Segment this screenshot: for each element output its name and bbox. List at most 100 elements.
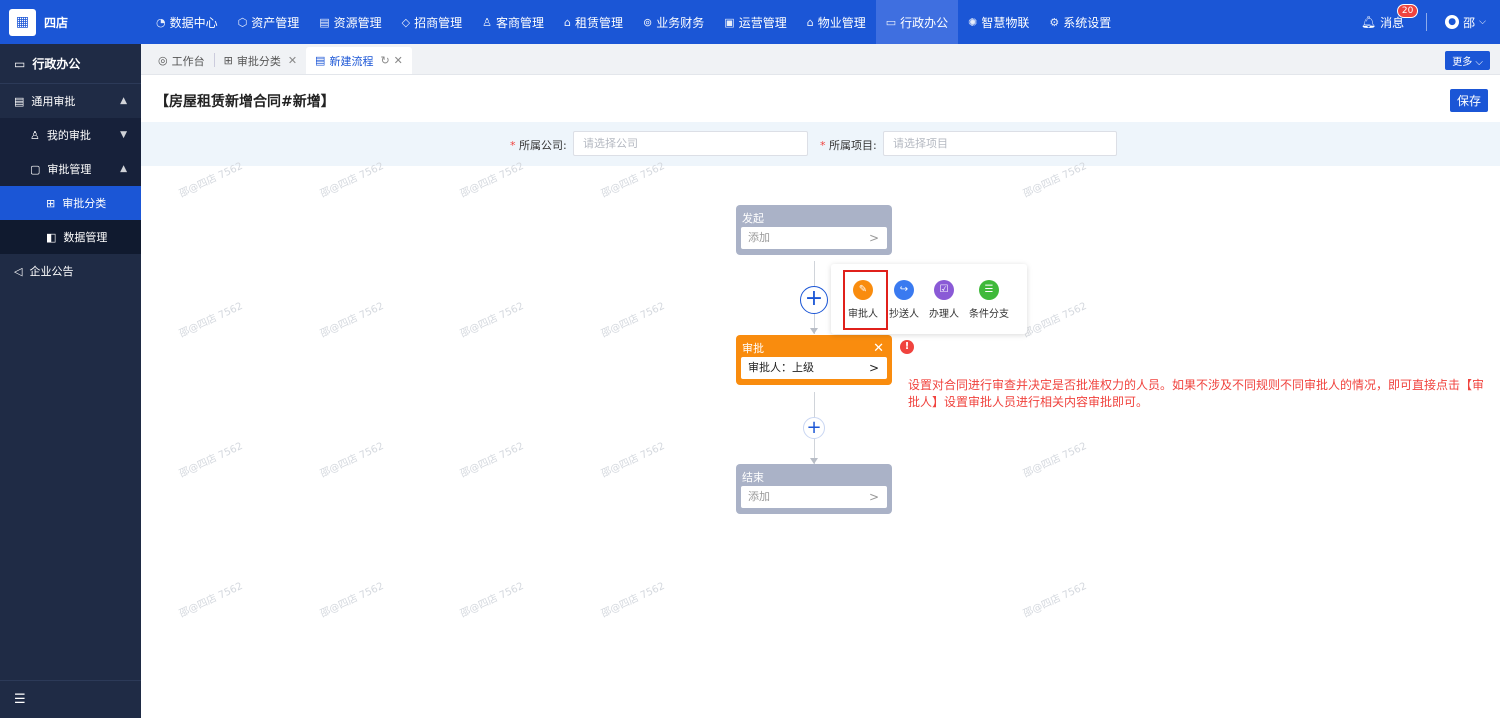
option-label: 抄送人 [889,309,919,320]
filter-bar: * 所属公司: 请选择公司 * 所属项目: 请选择项目 [141,122,1500,166]
project-select[interactable]: 请选择项目 [883,131,1117,156]
node-title: 发起 [742,212,764,225]
node-body[interactable]: 添加 > [741,486,887,508]
nav-iot[interactable]: ✺ 智慧物联 [958,0,1039,44]
nav-operation[interactable]: ▣ 运营管理 [714,0,796,44]
node-body[interactable]: 审批人：上级 > [741,357,887,379]
grid-icon: ▣ [724,15,735,29]
speaker-icon: ◁ [14,264,23,278]
nav-label: 物业管理 [817,15,866,30]
monitor-icon: ▭ [14,56,26,71]
close-icon[interactable]: ✕ [288,54,297,67]
messages-button[interactable]: 🔔︎ 消息 20 [1360,3,1419,31]
refresh-icon[interactable]: ↻ [380,54,389,67]
sidebar-item-general-approval[interactable]: ▤ 通用审批 ▲ [0,84,141,118]
user-name: 邵 [1463,15,1476,30]
nav-client[interactable]: ♙ 客商管理 [472,0,554,44]
people-icon: ♙ [482,15,493,29]
save-button[interactable]: 保存 [1449,89,1488,112]
add-node-button[interactable]: + [803,417,825,439]
option-label: 条件分支 [969,309,1009,320]
nav-settings[interactable]: ⚙ 系统设置 [1039,0,1121,44]
iot-icon: ✺ [968,15,978,29]
collapse-sidebar-button[interactable]: ☰ [0,680,141,718]
node-title: 结束 [742,471,764,484]
data-icon: ◧ [46,230,57,244]
company-label: * 所属公司: [510,137,567,153]
watermark: 邵@四店 7562 [177,580,245,620]
more-tabs-button[interactable]: 更多 ⌵ [1445,51,1490,70]
sidebar-item-label: 通用审批 [31,95,76,108]
nav-asset[interactable]: ⬡ 资产管理 [228,0,310,44]
page-title: 【房屋租赁新增合同#新增】 [155,94,335,110]
close-icon[interactable]: ✕ [394,54,403,67]
nav-label: 客商管理 [496,15,545,30]
sidebar-item-my-approval[interactable]: ♙ 我的审批 ▼ [0,118,141,152]
sidebar-item-label: 审批分类 [62,197,107,210]
nav-data-center[interactable]: ◔ 数据中心 [146,0,228,44]
edit-icon: ▢ [30,162,41,176]
nav-merchant[interactable]: ◇ 招商管理 [392,0,472,44]
required-mark: * [820,139,829,152]
brand[interactable]: ▦ 四店 [0,0,141,44]
category-icon: ⊞ [46,196,56,210]
avatar-icon: ● [1445,15,1460,29]
house-icon: ⌂ [564,15,572,29]
flow-node-end[interactable]: 结束 添加 > [736,464,892,514]
header-right: 🔔︎ 消息 20 ● 邵 ⌵ [1361,0,1500,44]
watermark: 邵@四店 7562 [1021,580,1089,620]
user-menu[interactable]: ● 邵 ⌵ [1445,14,1486,31]
node-value: 审批人：上级 [748,361,814,374]
watermark: 邵@四店 7562 [177,300,245,340]
sidebar-submenu: ♙ 我的审批 ▼ ▢ 审批管理 ▲ [0,118,141,186]
nav-lease[interactable]: ⌂ 租赁管理 [554,0,633,44]
monitor-icon: ▭ [885,15,897,29]
node-body[interactable]: 添加 > [741,227,887,249]
top-navbar: ▦ 四店 ◔ 数据中心 ⬡ 资产管理 ▤ 资源管理 ◇ 招商管理 ♙ 客商管理 ⌂ 租赁管理… [0,0,1500,44]
sidebar-title: ▭ 行政办公 [0,44,141,84]
flow-node-approve[interactable]: 审批 ✕ 审批人：上级 > [736,335,892,385]
option-handler[interactable]: ☑ 办理人 [924,280,964,320]
close-icon[interactable]: ✕ [873,340,884,357]
sidebar-item-approval-mgmt[interactable]: ▢ 审批管理 ▲ [0,152,141,186]
tab-new-flow[interactable]: ▤ 新建流程 ↻ ✕ [306,47,412,74]
flow-node-start[interactable]: 发起 添加 > [736,205,892,255]
bell-icon: 🔔︎ [1360,15,1377,29]
sidebar-item-announcement[interactable]: ◁ 企业公告 [0,254,141,288]
tag-icon: ◇ [401,15,411,29]
sidebar: ▭ 行政办公 ▤ 通用审批 ▲ ♙ 我的审批 ▼ ▢ 审批管理 ▲ ⊞ 审批分类… [0,44,141,718]
nav-label: 招商管理 [414,15,463,30]
tab-workbench[interactable]: ◎ 工作台 [149,47,214,74]
chevron-right-icon: > [868,361,879,375]
nav-finance[interactable]: ⊚ 业务财务 [633,0,714,44]
tab-approval-category[interactable]: ⊞ 审批分类 ✕ [215,47,306,74]
tab-label: 工作台 [171,54,205,68]
main-nav: ◔ 数据中心 ⬡ 资产管理 ▤ 资源管理 ◇ 招商管理 ♙ 客商管理 ⌂ 租赁管理 ⊚ 业务财… [146,0,1121,44]
chevron-down-icon: ⌵ [1479,17,1486,27]
arrow-icon [810,328,818,334]
nav-label: 系统设置 [1063,15,1112,30]
company-select[interactable]: 请选择公司 [573,131,808,156]
nav-admin-office[interactable]: ▭ 行政办公 [875,0,959,44]
node-value: 添加 [748,490,770,503]
nav-label: 行政办公 [900,15,949,30]
option-cc[interactable]: ↪ 抄送人 [884,280,924,320]
nav-resource[interactable]: ▤ 资源管理 [309,0,391,44]
watermark: 邵@四店 7562 [599,440,667,480]
nav-property[interactable]: ⌂ 物业管理 [797,0,876,44]
option-branch[interactable]: ☰ 条件分支 [967,280,1011,320]
plus-icon: + [806,417,822,438]
add-node-button[interactable]: + [800,286,828,314]
chevron-down-icon: ▼ [120,130,127,140]
divider [1426,13,1428,31]
category-icon: ⊞ [223,54,233,67]
brand-name: 四店 [44,15,69,30]
nav-label: 智慧物联 [981,15,1030,30]
sidebar-item-approval-category[interactable]: ⊞ 审批分类 [0,186,141,220]
chevron-right-icon: > [868,490,879,504]
sidebar-item-data-mgmt[interactable]: ◧ 数据管理 [0,220,141,254]
tab-label: 审批分类 [236,54,281,68]
tab-label: 新建流程 [329,54,374,68]
node-title: 审批 [742,342,764,355]
error-icon: ! [900,340,914,354]
